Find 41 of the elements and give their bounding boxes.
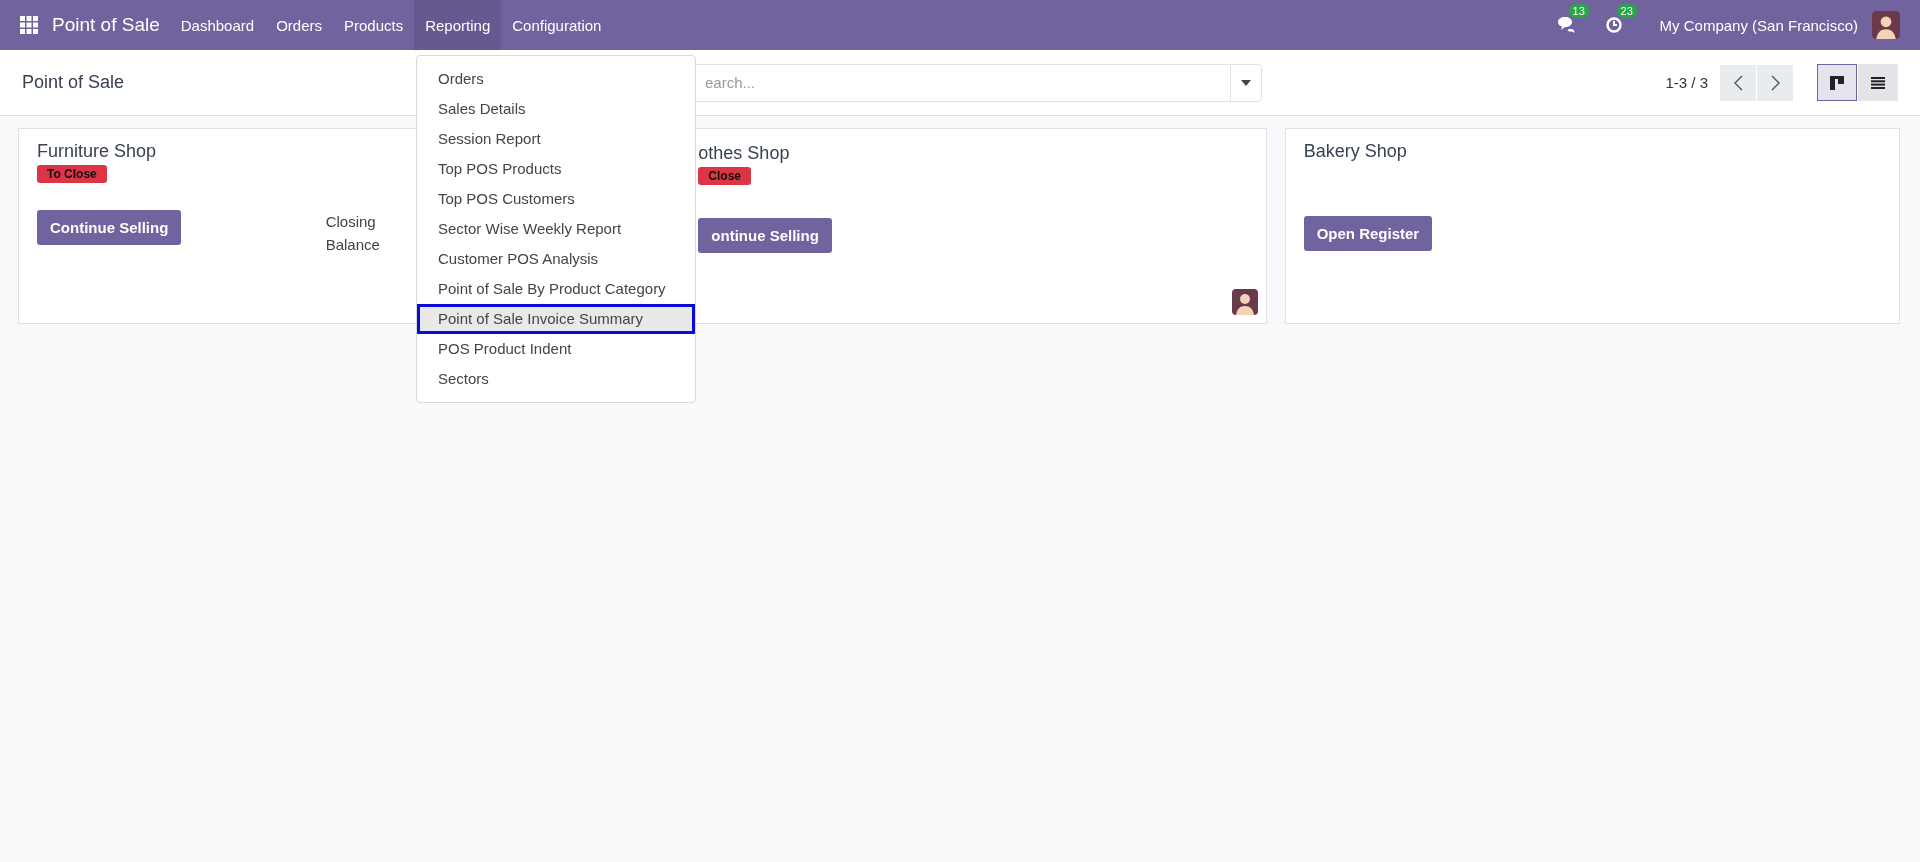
menu-item[interactable]: Dashboard — [169, 0, 266, 50]
register-button[interactable]: ontinue Selling — [698, 218, 832, 253]
status-tag: To Close — [37, 165, 107, 183]
dropdown-item[interactable]: Sector Wise Weekly Report — [417, 214, 695, 244]
kanban-view-button[interactable] — [1817, 64, 1857, 101]
dropdown-item[interactable]: POS Product Indent — [417, 334, 695, 364]
shop-name: Furniture Shop — [37, 141, 158, 162]
chevron-left-icon — [1733, 74, 1743, 91]
dropdown-item[interactable]: Point of Sale By Product Category — [417, 274, 695, 304]
dropdown-item[interactable]: Top POS Products — [417, 154, 695, 184]
shop-name: Bakery Shop — [1303, 141, 1408, 162]
app-name[interactable]: Point of Sale — [52, 14, 160, 36]
dropdown-item[interactable]: Point of Sale Invoice Summary — [417, 304, 695, 334]
dropdown-item[interactable]: Session Report — [417, 124, 695, 154]
dropdown-item[interactable]: Customer POS Analysis — [417, 244, 695, 274]
list-icon — [1871, 76, 1885, 89]
menu-item[interactable]: Configuration — [501, 0, 613, 50]
apps-menu-icon[interactable] — [20, 16, 38, 34]
menu-item[interactable]: Reporting — [414, 0, 502, 50]
avatar-icon[interactable] — [1872, 11, 1900, 39]
menu-item[interactable]: Orders — [265, 0, 333, 50]
closing-balance-label: Closing Balance — [325, 212, 381, 255]
shop-name: othes Shop — [698, 143, 791, 164]
message-count: 13 — [1568, 4, 1589, 18]
filter-toggle-button[interactable] — [1230, 63, 1262, 102]
register-button[interactable]: Open Register — [1303, 216, 1433, 251]
list-view-button[interactable] — [1858, 64, 1898, 101]
chevron-right-icon — [1770, 74, 1780, 91]
breadcrumb: Point of Sale — [22, 72, 125, 92]
clock-icon[interactable] — [1603, 16, 1624, 34]
menu-item[interactable]: Products — [333, 0, 415, 50]
chat-icon[interactable] — [1555, 16, 1576, 34]
activity-count: 23 — [1616, 4, 1637, 18]
register-button[interactable]: Continue Selling — [37, 210, 182, 245]
caret-icon — [1241, 79, 1251, 86]
company-name[interactable]: My Company (San Francisco) — [1659, 16, 1858, 34]
status-tag: Close — [698, 167, 751, 185]
dropdown-item[interactable]: Top POS Customers — [417, 184, 695, 214]
kanban-icon — [1830, 75, 1844, 90]
pager-value: 1-3 / 3 — [1665, 74, 1708, 91]
dropdown-item[interactable]: Sectors — [417, 364, 695, 394]
